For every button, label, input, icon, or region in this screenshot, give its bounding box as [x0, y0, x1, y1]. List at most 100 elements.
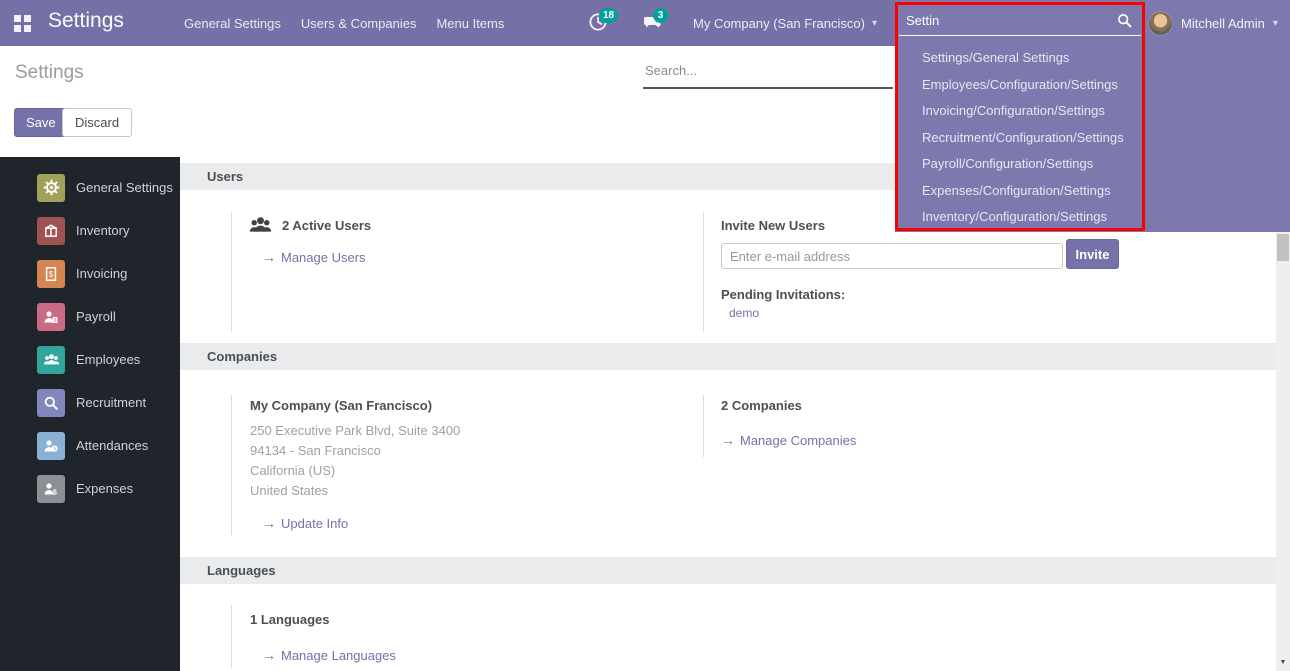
languages-count: 1 Languages: [250, 612, 329, 627]
menu-search-highlight-box: Settings/General Settings Employees/Conf…: [895, 2, 1145, 231]
sidebar-item-invoicing[interactable]: $ Invoicing: [0, 252, 180, 295]
sidebar-item-label: Payroll: [76, 309, 116, 324]
manage-companies-label: Manage Companies: [740, 433, 856, 448]
user-name: Mitchell Admin: [1181, 16, 1265, 31]
sidebar-item-recruitment[interactable]: Recruitment: [0, 381, 180, 424]
avatar: [1148, 11, 1173, 36]
sidebar-item-label: Employees: [76, 352, 140, 367]
apps-grid-square: [24, 25, 31, 32]
pending-invitation-user[interactable]: demo: [729, 306, 759, 320]
people-icon: [37, 346, 65, 374]
chevron-down-icon: ▾: [872, 18, 877, 29]
invite-button[interactable]: Invite: [1066, 239, 1119, 269]
search-icon: [1117, 13, 1132, 28]
sidebar-item-label: Invoicing: [76, 266, 127, 281]
arrow-right-icon: →: [262, 249, 276, 265]
languages-section-band: Languages: [180, 557, 1276, 584]
companies-section-band: Companies: [180, 343, 1276, 370]
address-line: California (US): [250, 461, 460, 481]
company-name: My Company (San Francisco): [693, 16, 865, 31]
odoo-settings-screen: Settings General Settings Users & Compan…: [0, 0, 1290, 671]
activity-count-badge: 18: [599, 8, 618, 23]
manage-users-label: Manage Users: [281, 250, 366, 265]
manage-languages-label: Manage Languages: [281, 648, 396, 663]
menu-search-result[interactable]: Recruitment/Configuration/Settings: [898, 125, 1142, 152]
languages-box: [231, 605, 232, 668]
company-address: 250 Executive Park Blvd, Suite 3400 9413…: [250, 421, 460, 501]
payroll-icon: $: [37, 303, 65, 331]
person-dollar-icon: $: [37, 475, 65, 503]
sidebar-item-expenses[interactable]: $ Expenses: [0, 467, 180, 510]
manage-companies-link[interactable]: → Manage Companies: [721, 432, 856, 448]
sidebar-item-label: Recruitment: [76, 395, 146, 410]
company-name: My Company (San Francisco): [250, 398, 432, 413]
scrollbar-thumb[interactable]: [1277, 234, 1289, 261]
address-line: 250 Executive Park Blvd, Suite 3400: [250, 421, 460, 441]
arrow-right-icon: →: [721, 432, 735, 448]
svg-text:$: $: [49, 269, 54, 278]
vertical-scrollbar[interactable]: ▼: [1276, 232, 1290, 671]
menu-users-companies[interactable]: Users & Companies: [301, 12, 417, 35]
menu-search-result[interactable]: Expenses/Configuration/Settings: [898, 178, 1142, 205]
active-users-count: 2 Active Users: [282, 218, 371, 233]
sidebar-item-label: Inventory: [76, 223, 129, 238]
users-group-icon: [249, 215, 272, 235]
manage-languages-link[interactable]: → Manage Languages: [262, 647, 396, 663]
gear-icon: [37, 174, 65, 202]
apps-grid-square: [14, 15, 21, 22]
menu-search-result[interactable]: Employees/Configuration/Settings: [898, 72, 1142, 99]
apps-grid-square: [24, 15, 31, 22]
current-app-title[interactable]: Settings: [48, 9, 124, 33]
invite-users-box: [703, 212, 704, 332]
discard-button[interactable]: Discard: [62, 108, 132, 137]
sidebar-item-label: General Settings: [76, 180, 173, 195]
svg-text:$: $: [53, 487, 57, 496]
apps-menu-icon[interactable]: [14, 15, 31, 32]
update-info-link[interactable]: → Update Info: [262, 515, 348, 531]
sidebar-item-employees[interactable]: Employees: [0, 338, 180, 381]
manage-users-link[interactable]: → Manage Users: [262, 249, 366, 265]
menu-search-result[interactable]: Invoicing/Configuration/Settings: [898, 98, 1142, 125]
menu-search-result[interactable]: Payroll/Configuration/Settings: [898, 151, 1142, 178]
update-info-label: Update Info: [281, 516, 348, 531]
address-line: 94134 - San Francisco: [250, 441, 460, 461]
arrow-right-icon: →: [262, 647, 276, 663]
active-users-box: [231, 212, 232, 332]
company-switcher[interactable]: My Company (San Francisco) ▾: [693, 0, 877, 46]
sidebar-item-general-settings[interactable]: General Settings: [0, 166, 180, 209]
sidebar-item-payroll[interactable]: $ Payroll: [0, 295, 180, 338]
arrow-right-icon: →: [262, 515, 276, 531]
search-input[interactable]: [643, 60, 893, 78]
menu-general-settings[interactable]: General Settings: [184, 12, 281, 35]
activity-systray[interactable]: 18: [588, 12, 612, 36]
menu-menu-items[interactable]: Menu Items: [436, 12, 504, 35]
invite-new-users-label: Invite New Users: [721, 218, 825, 233]
sidebar-item-inventory[interactable]: Inventory: [0, 209, 180, 252]
save-button[interactable]: Save: [14, 108, 68, 137]
companies-count: 2 Companies: [721, 398, 802, 413]
menu-search-row: [899, 5, 1141, 36]
chevron-down-icon: ▾: [1273, 18, 1278, 29]
menu-search-result[interactable]: Inventory/Configuration/Settings: [898, 204, 1142, 231]
companies-count-box: [703, 395, 704, 457]
pending-invitations-label: Pending Invitations:: [721, 287, 845, 302]
messages-systray[interactable]: 3: [642, 12, 666, 36]
menu-search-input[interactable]: [899, 13, 1117, 28]
apps-grid-square: [14, 25, 21, 32]
package-icon: [37, 217, 65, 245]
breadcrumb: Settings: [15, 62, 84, 84]
sidebar-item-label: Attendances: [76, 438, 148, 453]
invoice-icon: $: [37, 260, 65, 288]
settings-sidebar: General Settings Inventory $ Invoicing $…: [0, 157, 180, 671]
invite-email-field[interactable]: [721, 243, 1063, 269]
scroll-down-arrow[interactable]: ▼: [1276, 657, 1290, 669]
user-menu[interactable]: Mitchell Admin ▾: [1148, 0, 1278, 46]
person-clock-icon: [37, 432, 65, 460]
sidebar-item-attendances[interactable]: Attendances: [0, 424, 180, 467]
menu-search-results: Settings/General Settings Employees/Conf…: [898, 36, 1142, 231]
address-line: United States: [250, 481, 460, 501]
menu-search-result[interactable]: Settings/General Settings: [898, 45, 1142, 72]
app-menu-bar: General Settings Users & Companies Menu …: [184, 0, 504, 46]
message-count-badge: 3: [653, 8, 668, 23]
record-search: [643, 60, 893, 89]
